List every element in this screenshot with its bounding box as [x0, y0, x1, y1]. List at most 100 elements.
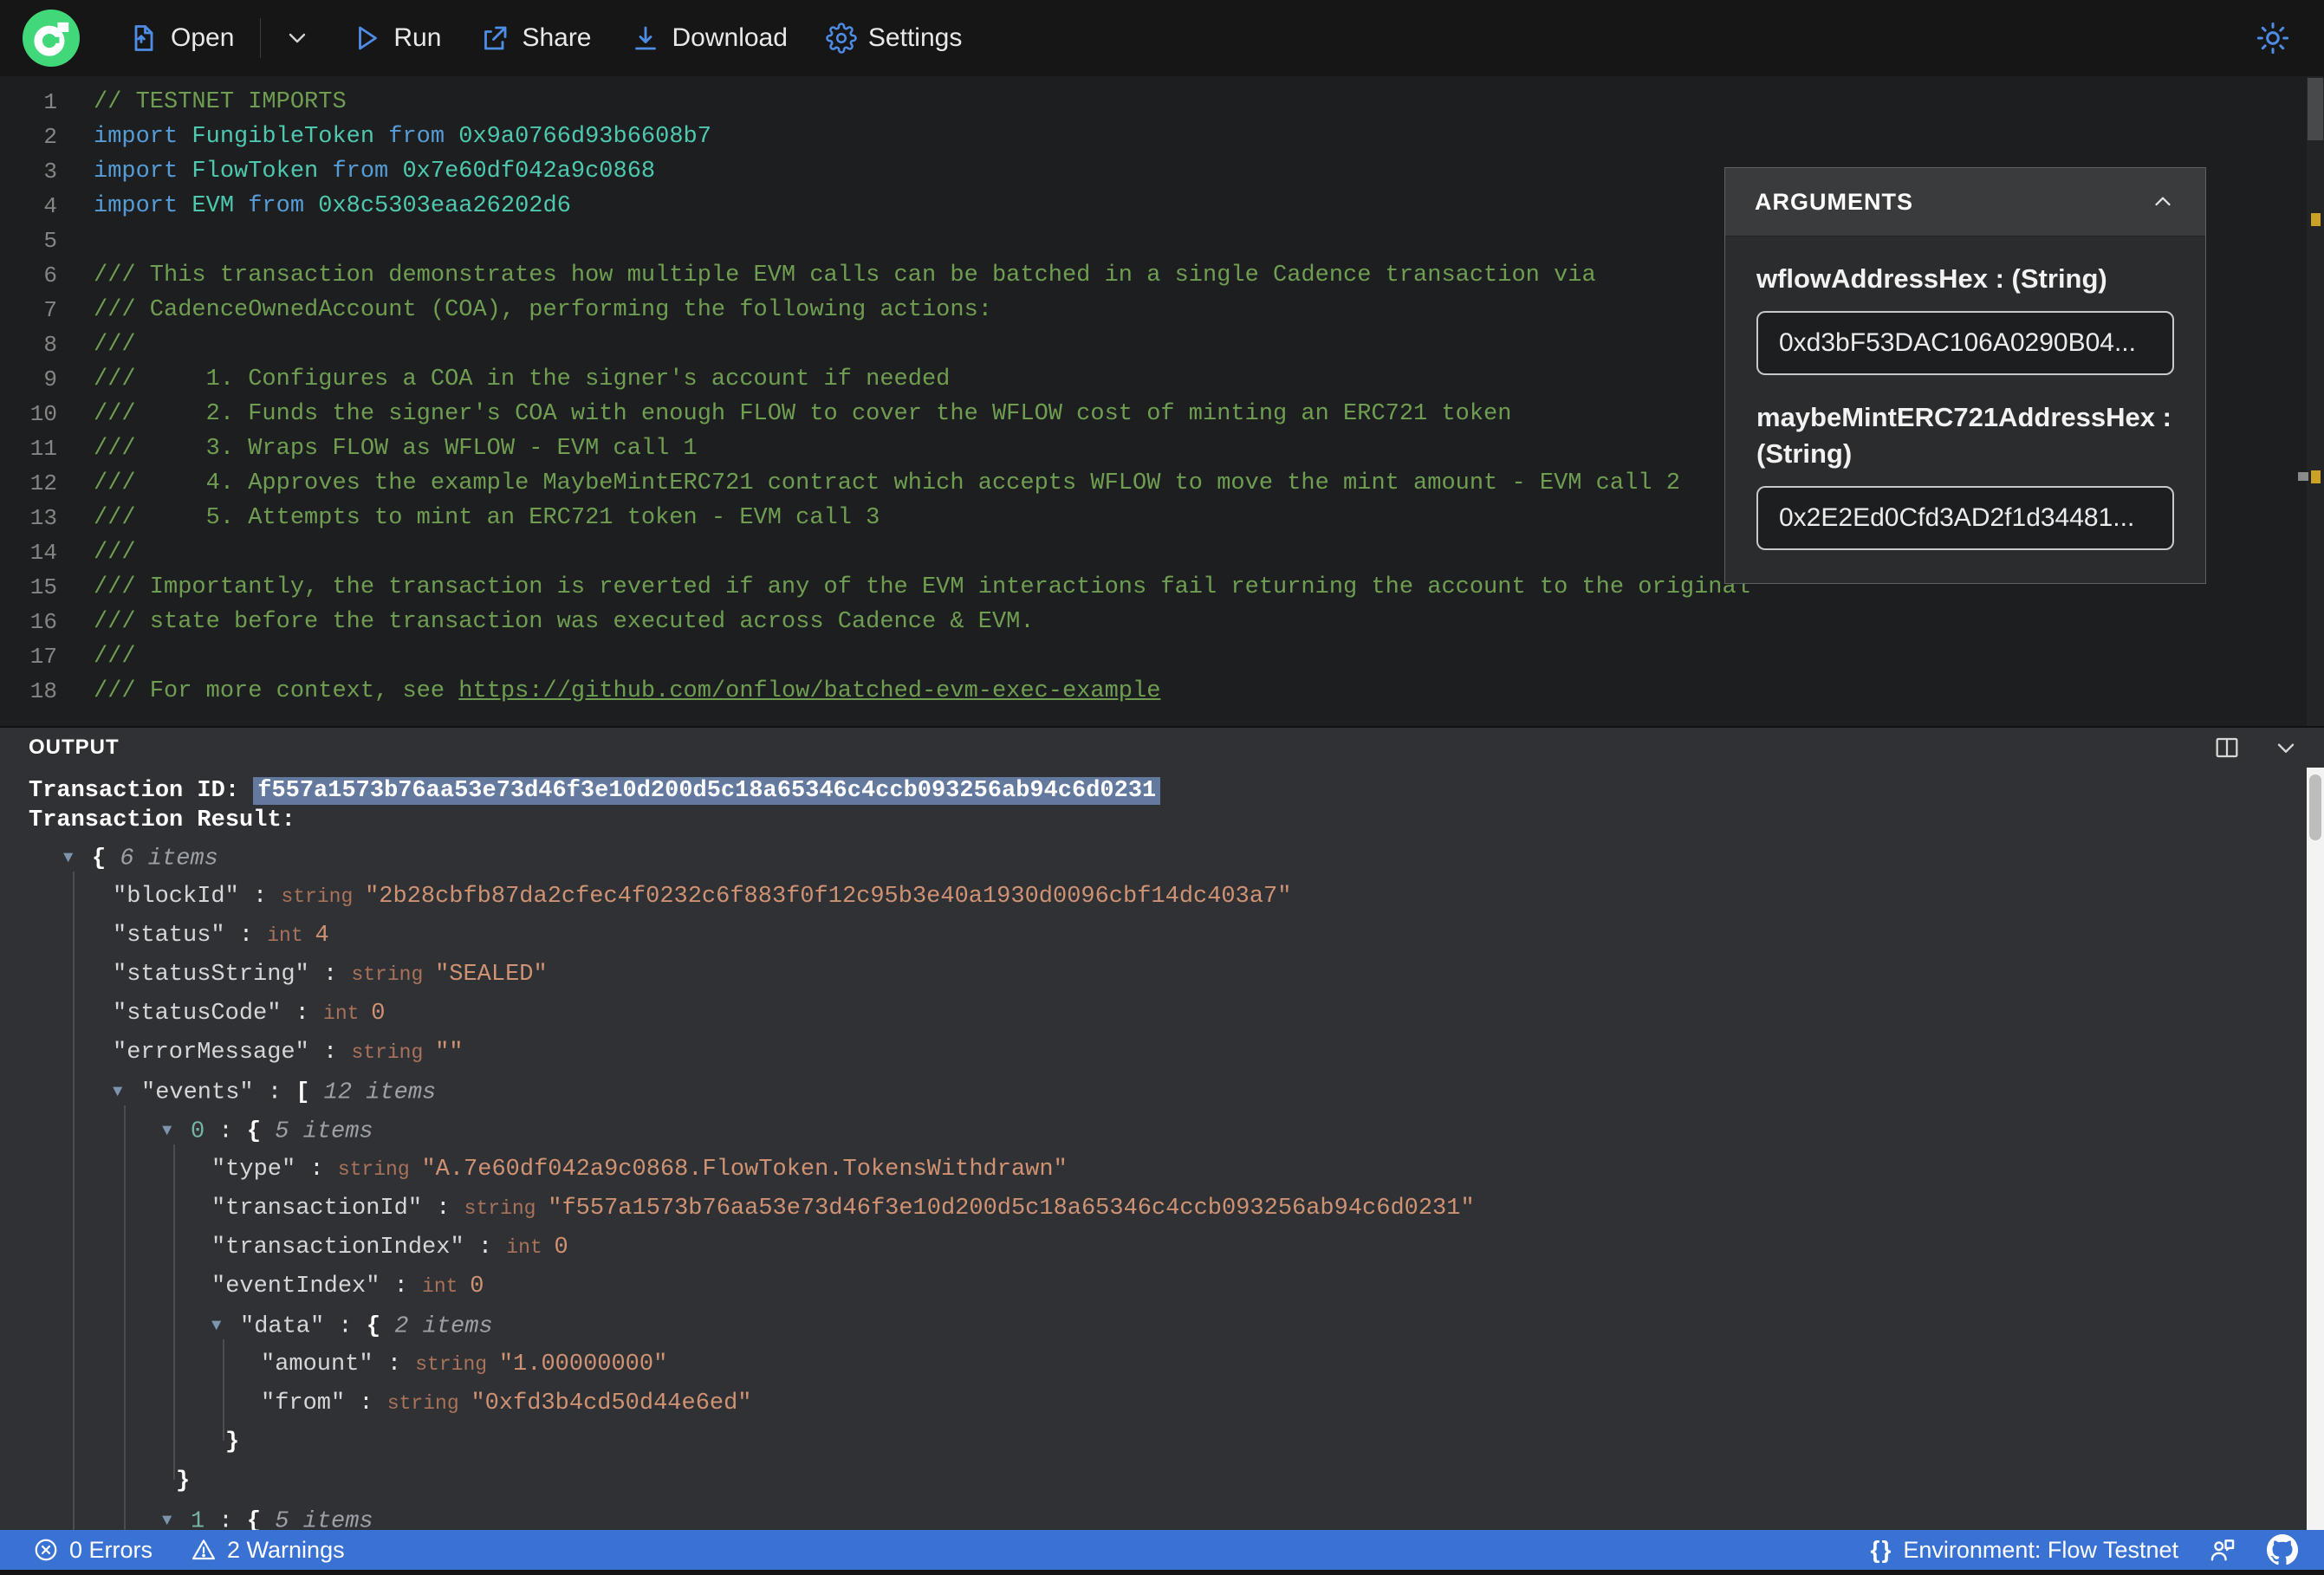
opening-brace: [: [295, 1079, 310, 1106]
code-line: 18 /// For more context, see https://gith…: [0, 674, 2307, 709]
output-body: Transaction ID: f557a1573b76aa53e73d46f3…: [0, 768, 2307, 1530]
line-number: 5: [43, 228, 57, 254]
json-key: "transactionIndex": [211, 1235, 464, 1261]
tree-row: ▼ 0 : { 5 items: [29, 1112, 2307, 1150]
collapse-output-button[interactable]: [2272, 734, 2300, 762]
sun-icon: [2256, 22, 2289, 55]
code-token: /// state before the transaction was exe…: [94, 609, 1035, 635]
download-button[interactable]: Download: [630, 23, 788, 54]
open-menu-button[interactable]: [283, 24, 311, 52]
run-label: Run: [393, 23, 442, 52]
code-editor[interactable]: 1 // TESTNET IMPORTS 2 import FungibleToken…: [0, 76, 2324, 728]
tree-row: "amount" : string "1.00000000": [29, 1345, 2307, 1384]
arguments-panel-header[interactable]: ARGUMENTS: [1725, 168, 2205, 237]
collapse-toggle[interactable]: ▼: [211, 1306, 240, 1345]
json-key: "statusCode": [113, 1001, 282, 1027]
json-colon: :: [253, 1079, 296, 1106]
code-link[interactable]: https://github.com/onflow/batched-evm-ex…: [458, 678, 1160, 704]
json-colon: :: [345, 1390, 387, 1416]
settings-button[interactable]: Settings: [826, 23, 962, 54]
warnings-label: 2 Warnings: [227, 1536, 345, 1563]
chevron-down-icon: [283, 24, 311, 52]
output-header: OUTPUT: [0, 728, 2324, 768]
share-button[interactable]: Share: [479, 23, 592, 54]
warning-mark: [2311, 470, 2321, 483]
line-number: 9: [43, 366, 57, 392]
status-bar-right: {} Environment: Flow Testnet: [1871, 1534, 2298, 1565]
json-key: "transactionId": [211, 1196, 423, 1222]
json-colon: :: [295, 1157, 338, 1183]
json-key: "status": [113, 923, 225, 949]
transaction-id-value[interactable]: f557a1573b76aa53e73d46f3e10d200d5c18a653…: [253, 777, 1161, 805]
json-colon: :: [464, 1235, 507, 1261]
json-key: "type": [211, 1157, 296, 1183]
line-number: 4: [43, 193, 57, 219]
editor-scrollbar-thumb[interactable]: [2308, 78, 2323, 140]
json-colon: :: [238, 884, 282, 910]
line-number: 1: [43, 89, 57, 115]
transaction-result-label: Transaction Result:: [29, 807, 295, 833]
code-line: 1 // TESTNET IMPORTS: [0, 85, 2307, 120]
argument-input-wflow[interactable]: [1756, 311, 2174, 375]
theme-toggle-button[interactable]: [2251, 21, 2295, 55]
errors-label: 0 Errors: [69, 1536, 153, 1563]
collapse-toggle[interactable]: ▼: [113, 1073, 141, 1112]
code-token: 0x8c5303eaa26202d6: [318, 193, 571, 219]
arguments-panel-body: wflowAddressHex : (String) maybeMintERC7…: [1725, 237, 2205, 583]
code-token: ///: [94, 644, 136, 670]
json-value: "SEALED": [435, 962, 548, 988]
code-token: FungibleToken: [192, 124, 375, 150]
tree-row: "statusString" : string "SEALED": [29, 956, 2307, 995]
argument-label: maybeMintERC721AddressHex : (String): [1756, 402, 2171, 469]
feedback-button[interactable]: [2208, 1535, 2237, 1565]
errors-status[interactable]: 0 Errors: [33, 1537, 153, 1564]
code-token: import: [94, 193, 192, 219]
output-scrollbar-thumb[interactable]: [2309, 775, 2321, 840]
run-button[interactable]: Run: [351, 23, 441, 54]
collapse-toggle[interactable]: ▼: [162, 1112, 191, 1150]
collapse-toggle[interactable]: ▼: [63, 839, 92, 878]
warning-triangle-icon: [191, 1537, 217, 1563]
split-view-button[interactable]: [2213, 734, 2241, 762]
json-value-type: string: [351, 963, 436, 986]
chevron-up-icon[interactable]: [2150, 189, 2176, 215]
open-button[interactable]: Open: [128, 23, 234, 54]
tree-row: ▼ 1 : { 5 items: [29, 1501, 2307, 1530]
open-label: Open: [171, 23, 235, 52]
argument-input-maybemint[interactable]: [1756, 486, 2174, 550]
line-number: 14: [29, 540, 57, 566]
code-token: // TESTNET IMPORTS: [94, 89, 347, 115]
json-value: 4: [315, 923, 329, 949]
warning-mark: [2311, 213, 2321, 226]
code-token: /// CadenceOwnedAccount (COA), performin…: [94, 297, 992, 323]
scroll-position-mark: [2298, 472, 2308, 481]
item-count: 5 items: [261, 1118, 373, 1145]
json-value-type: string: [464, 1197, 549, 1220]
json-key: "amount": [261, 1351, 373, 1377]
github-link[interactable]: [2267, 1534, 2298, 1565]
output-scrollbar[interactable]: [2307, 768, 2324, 1530]
tree-row: }: [29, 1423, 2307, 1462]
json-value-type: int: [323, 1002, 372, 1025]
error-circle-icon: [33, 1537, 59, 1563]
warnings-status[interactable]: 2 Warnings: [191, 1537, 345, 1564]
github-icon: [2267, 1534, 2298, 1565]
environment-status[interactable]: {} Environment: Flow Testnet: [1871, 1536, 2178, 1564]
json-tree: ▼{ 6 items "blockId" : string "2b28cbfb87…: [29, 839, 2307, 1530]
line-number: 12: [29, 470, 57, 496]
flow-runner-window: Open Run Share Download Settings 1 // TE…: [0, 0, 2324, 1575]
code-token: 0x7e60df042a9c0868: [402, 159, 656, 185]
json-key: "eventIndex": [211, 1274, 380, 1300]
json-value-type: int: [506, 1236, 555, 1259]
tree-row: "eventIndex" : int 0: [29, 1267, 2307, 1306]
status-bar: 0 Errors 2 Warnings {} Environment: Flow…: [0, 1530, 2324, 1570]
code-token: /// This transaction demonstrates how mu…: [94, 262, 1596, 288]
tree-row: "statusCode" : int 0: [29, 995, 2307, 1034]
person-feedback-icon: [2208, 1535, 2237, 1565]
item-count: 6 items: [106, 846, 218, 872]
collapse-toggle[interactable]: ▼: [162, 1501, 191, 1530]
line-number: 15: [29, 574, 57, 600]
tree-row: "transactionId" : string "f557a1573b76aa…: [29, 1189, 2307, 1228]
editor-scrollbar[interactable]: [2298, 76, 2324, 726]
arguments-panel: ARGUMENTS wflowAddressHex : (String) may…: [1724, 167, 2206, 584]
